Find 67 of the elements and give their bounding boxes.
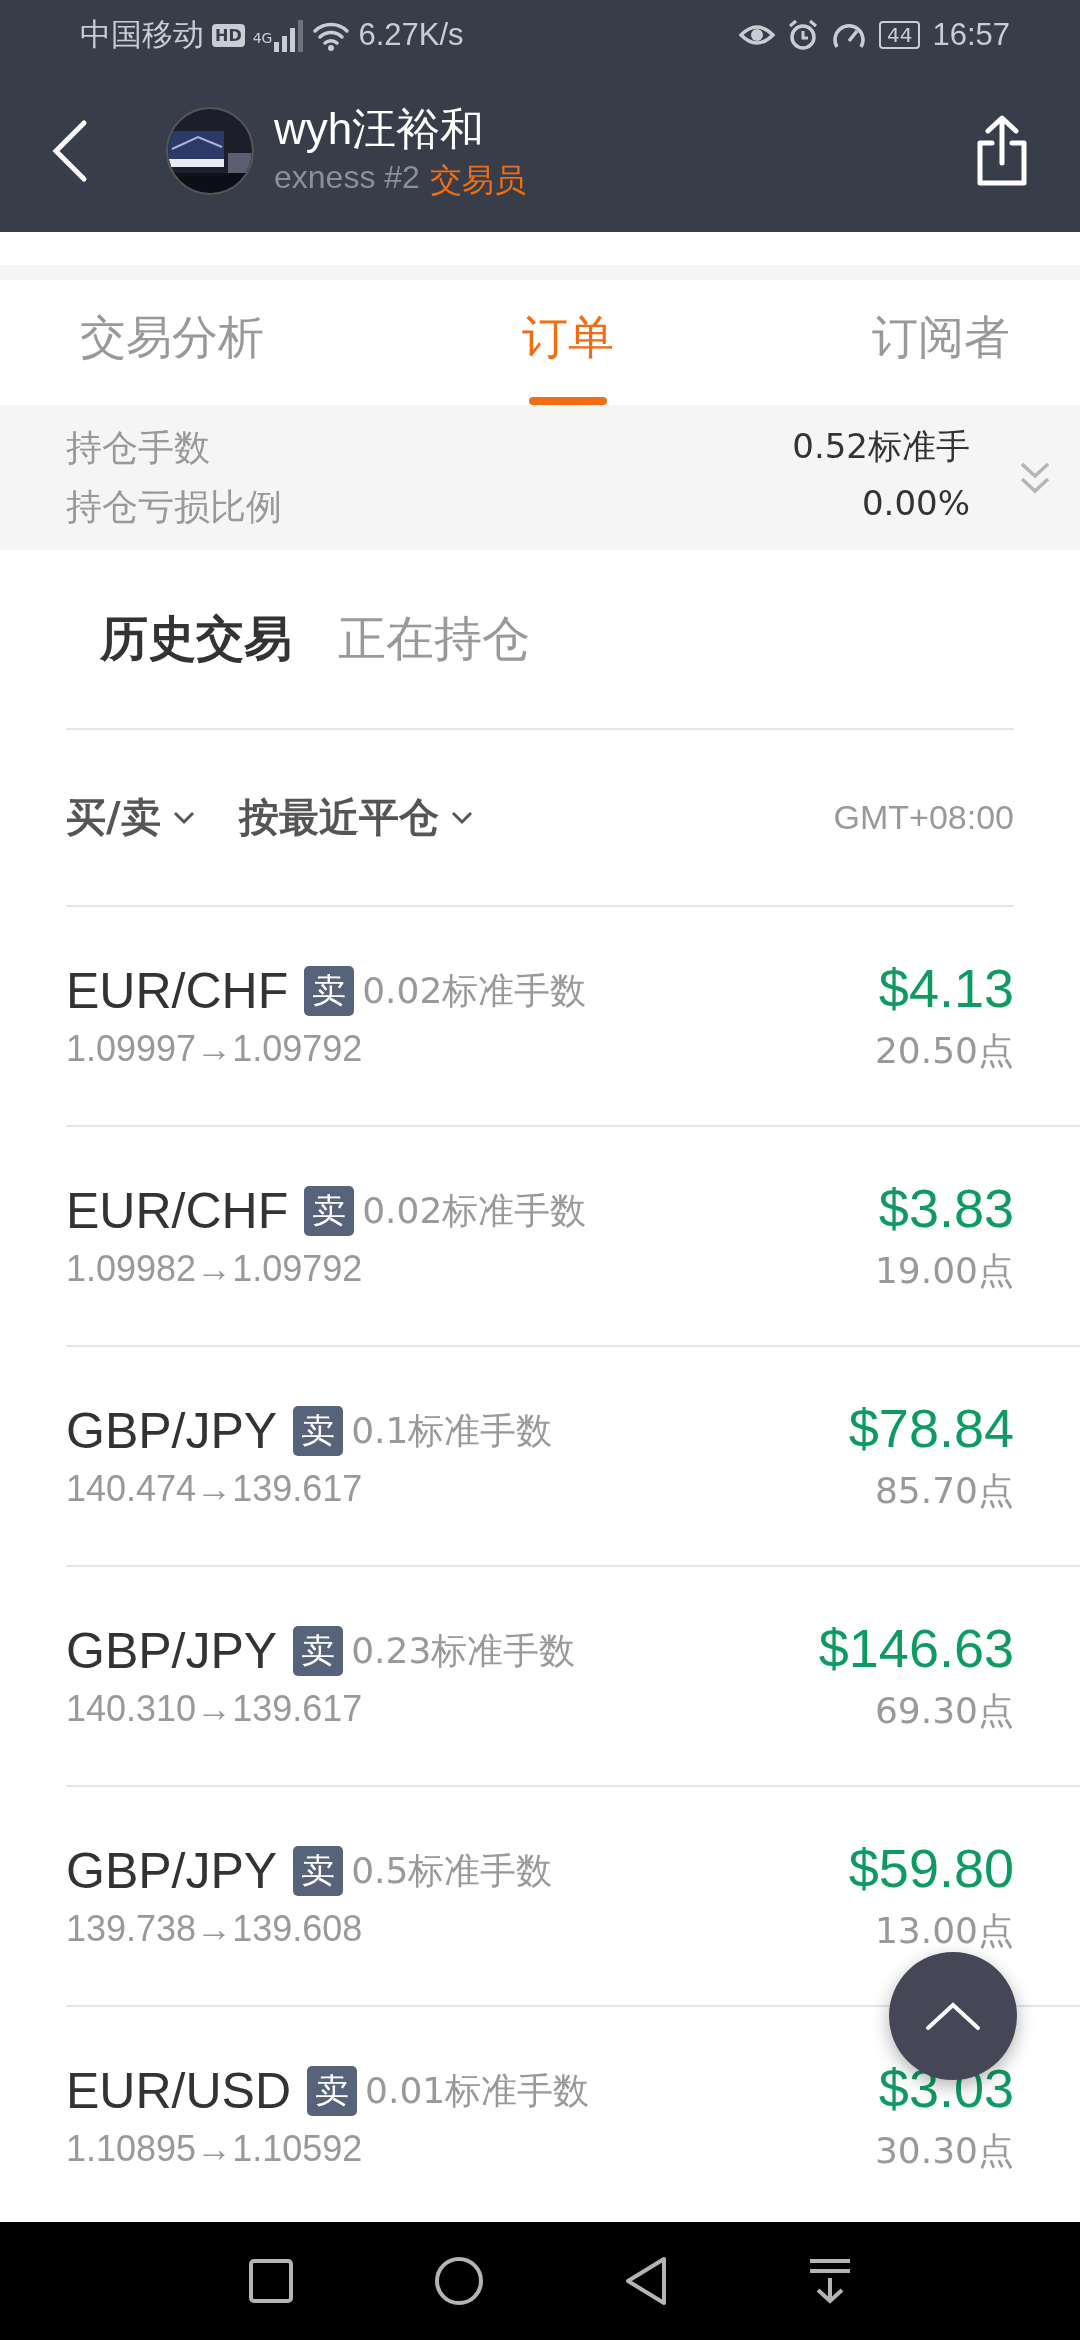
summary-label: 持仓亏损比例 (66, 484, 283, 529)
carrier-name: 中国移动 (80, 16, 204, 54)
price-range: 140.310→139.617 (66, 1688, 364, 1730)
back-triangle-icon (624, 2256, 668, 2306)
caret-icon (172, 810, 195, 825)
square-icon (248, 2258, 294, 2304)
side-badge: 卖 (293, 1846, 344, 1896)
profit-amount: $3.83 (878, 1176, 1014, 1239)
profit-amount: $78.84 (848, 1396, 1014, 1459)
battery-icon: 44 (878, 21, 921, 49)
price-range: 1.10895→1.10592 (66, 2128, 364, 2170)
price-range: 140.474→139.617 (66, 1468, 364, 1510)
double-chevron-icon (1020, 460, 1050, 495)
caret-icon (450, 810, 473, 825)
symbol-label: GBP/JPY (66, 1842, 278, 1900)
lots-label: 0.5标准手数 (351, 1848, 553, 1893)
symbol-label: EUR/USD (66, 2062, 292, 2120)
alarm-icon (786, 19, 819, 51)
tab[interactable]: 交易分析 (80, 280, 264, 405)
points-label: 13.00点 (874, 1908, 1014, 1953)
timezone-label: GMT+08:00 (833, 798, 1014, 837)
tab[interactable]: 正在持仓 (338, 607, 530, 671)
points-label: 30.30点 (874, 2128, 1014, 2173)
side-badge: 卖 (307, 2066, 358, 2116)
signal-icon (274, 18, 305, 52)
side-badge: 卖 (304, 966, 355, 1016)
broker-label: exness #2 (274, 158, 420, 197)
symbol-label: EUR/CHF (66, 962, 289, 1020)
points-label: 85.70点 (874, 1468, 1014, 1513)
hd-badge: HD (212, 23, 245, 47)
symbol-label: EUR/CHF (66, 1182, 289, 1240)
symbol-label: GBP/JPY (66, 1622, 278, 1680)
symbol-label: GBP/JPY (66, 1402, 278, 1460)
price-range: 1.09982→1.09792 (66, 1248, 364, 1290)
price-range: 1.09997→1.09792 (66, 1028, 364, 1070)
side-badge: 卖 (293, 1406, 344, 1456)
summary-value: 0.52标准手 (792, 424, 970, 468)
role-label: 交易员 (429, 159, 526, 201)
price-range: 139.738→139.608 (66, 1908, 364, 1950)
home-circle-icon (434, 2256, 484, 2306)
filter-dropdown[interactable]: 按最近平仓 (238, 790, 473, 845)
network-speed: 6.27K/s (358, 17, 464, 53)
notification-drawer-icon (808, 2258, 852, 2304)
clock-time: 16:57 (932, 17, 1010, 53)
chevron-up-icon (925, 2001, 981, 2031)
side-badge: 卖 (304, 1186, 355, 1236)
points-label: 69.30点 (874, 1688, 1014, 1733)
eye-icon (738, 22, 775, 48)
profit-amount: $59.80 (848, 1836, 1014, 1899)
tab[interactable]: 订阅者 (872, 280, 1010, 405)
lots-label: 0.1标准手数 (351, 1408, 553, 1453)
network-label: 4G (252, 30, 273, 46)
lots-label: 0.02标准手数 (362, 968, 587, 1013)
side-badge: 卖 (293, 1626, 344, 1676)
tab[interactable]: 历史交易 (100, 607, 292, 671)
trader-name: wyh汪裕和 (274, 102, 486, 155)
lots-label: 0.01标准手数 (365, 2068, 590, 2113)
points-label: 19.00点 (874, 1248, 1014, 1293)
tab[interactable]: 订单 (522, 280, 614, 405)
points-label: 20.50点 (874, 1028, 1014, 1073)
summary-label: 持仓手数 (66, 425, 211, 470)
lots-label: 0.02标准手数 (362, 1188, 587, 1233)
summary-value: 0.00% (861, 482, 970, 525)
profit-amount: $4.13 (878, 956, 1014, 1019)
filter-dropdown[interactable]: 买/卖 (66, 790, 195, 845)
lots-label: 0.23标准手数 (351, 1628, 576, 1673)
profit-amount: $146.63 (818, 1616, 1014, 1679)
